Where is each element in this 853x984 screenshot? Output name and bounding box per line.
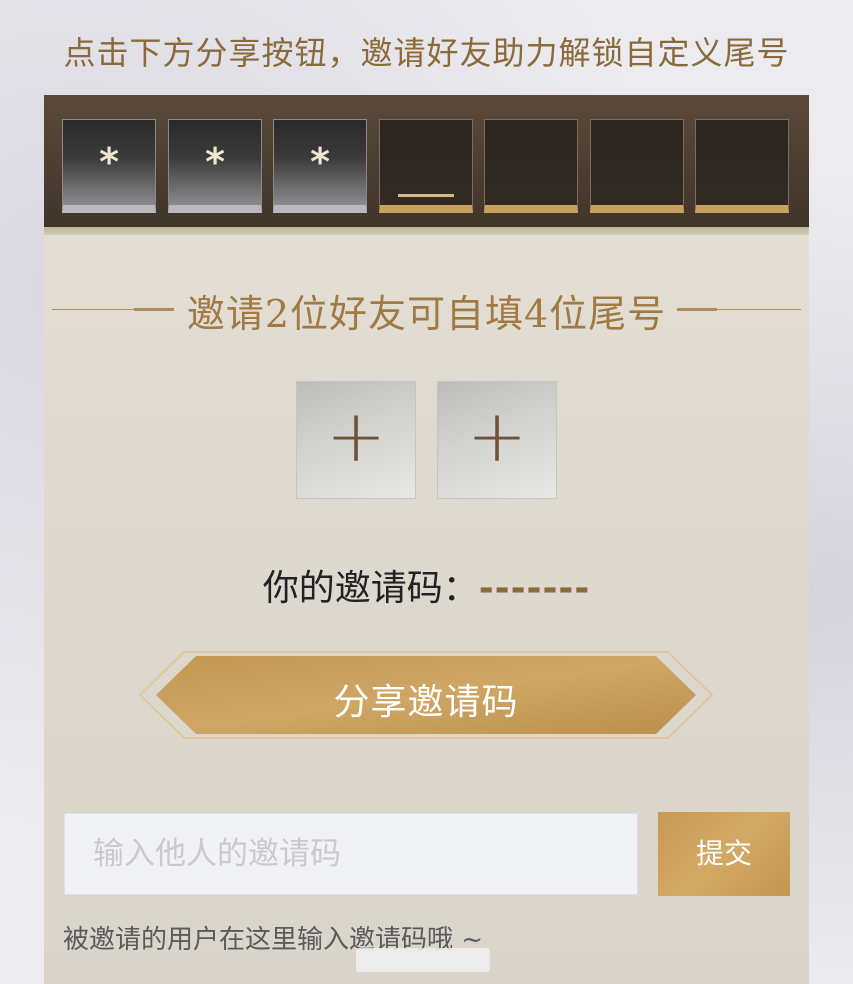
share-invite-code-button[interactable]: 分享邀请码 bbox=[138, 650, 714, 740]
tail-slot-5[interactable] bbox=[484, 119, 578, 213]
page-headline: 点击下方分享按钮，邀请好友助力解锁自定义尾号 bbox=[63, 34, 790, 72]
plus-icon: + bbox=[325, 394, 387, 478]
title-divider-right bbox=[677, 308, 801, 311]
tail-number-slots: * * * bbox=[44, 95, 809, 235]
tail-slot-7[interactable] bbox=[695, 119, 789, 213]
invite-code-value: ------- bbox=[478, 568, 591, 609]
watermark-overlay bbox=[356, 948, 490, 972]
plus-icon: + bbox=[466, 394, 528, 478]
tail-slot-3: * bbox=[273, 119, 367, 213]
invite-friend-slot-2[interactable]: + bbox=[437, 381, 557, 499]
invite-code-label: 你的邀请码： bbox=[262, 568, 479, 609]
tail-slot-4[interactable] bbox=[379, 119, 473, 213]
invite-friend-slot-1[interactable]: + bbox=[296, 381, 416, 499]
masked-digit: * bbox=[205, 140, 225, 184]
share-button-label: 分享邀请码 bbox=[333, 682, 519, 723]
tail-slot-6[interactable] bbox=[590, 119, 684, 213]
invite-code-input[interactable] bbox=[64, 813, 638, 895]
tail-slot-2: * bbox=[168, 119, 262, 213]
input-cursor bbox=[398, 194, 454, 197]
tail-slot-1: * bbox=[62, 119, 156, 213]
invite-panel: * * * 邀请2位好友可自填4位尾号 + + 你的邀请码：------- 分享… bbox=[44, 95, 809, 984]
masked-digit: * bbox=[99, 140, 119, 184]
submit-button[interactable]: 提交 bbox=[658, 812, 790, 896]
masked-digit: * bbox=[310, 140, 330, 184]
my-invite-code: 你的邀请码：------- bbox=[44, 559, 809, 611]
